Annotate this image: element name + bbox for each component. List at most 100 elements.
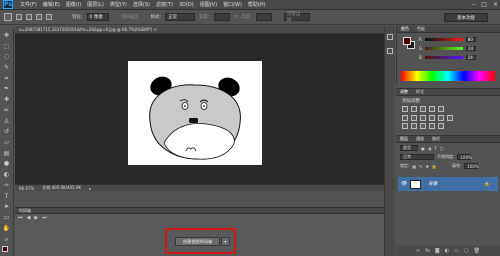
menu-filter[interactable]: 滤镜(T) — [153, 1, 176, 8]
tab-styles[interactable]: 样式 — [416, 89, 424, 95]
color-lookup-icon[interactable] — [447, 115, 453, 121]
swap-icon[interactable]: ⇄ — [234, 15, 238, 20]
height-input[interactable] — [255, 13, 272, 21]
crop-tool-icon[interactable]: ⌗ — [3, 75, 11, 83]
image-canvas[interactable] — [128, 61, 262, 165]
document-tab[interactable]: u=2087381715,3337265001&fm=26&gp=0.jpg @… — [15, 26, 395, 34]
lock-paint-icon[interactable]: ✎ — [419, 164, 422, 169]
blend-mode-select[interactable]: 正常 — [400, 154, 434, 160]
minimize-icon[interactable]: – — [472, 1, 475, 8]
menu-select[interactable]: 选择(S) — [130, 1, 153, 8]
menu-window[interactable]: 窗口(W) — [220, 1, 245, 8]
color-spectrum-bar[interactable] — [401, 71, 495, 81]
tab-swatches[interactable]: 色板 — [417, 26, 425, 32]
type-tool-icon[interactable]: T — [3, 193, 11, 201]
eyedropper-icon[interactable]: ✒ — [3, 86, 11, 94]
layer-style-icon[interactable]: fx — [425, 248, 430, 254]
feather-input[interactable]: 0 像素 — [86, 13, 109, 21]
status-menu-icon[interactable]: ▸ — [89, 186, 91, 191]
quick-select-icon[interactable]: ✎ — [3, 64, 11, 72]
adjustment-layer-icon[interactable]: ◐ — [445, 248, 449, 254]
filter-pixel-icon[interactable]: ▣ — [421, 146, 425, 151]
vibrance-icon[interactable] — [438, 106, 444, 112]
fill-input[interactable]: 100% — [464, 163, 479, 169]
tab-layers[interactable]: 图层 — [400, 136, 408, 142]
zoom-tool-icon[interactable]: ⌕ — [3, 236, 11, 244]
exposure-icon[interactable] — [429, 106, 435, 112]
menu-layer[interactable]: 图层(L) — [84, 1, 107, 8]
red-value-input[interactable]: 80 — [465, 37, 476, 42]
marquee-tool-icon[interactable]: ⬚ — [3, 43, 11, 51]
invert-icon[interactable] — [402, 123, 408, 129]
black-white-icon[interactable] — [420, 115, 426, 121]
history-panel-icon[interactable] — [387, 34, 393, 40]
photo-filter-icon[interactable] — [429, 115, 435, 121]
lock-position-icon[interactable]: ✥ — [426, 164, 429, 169]
brush-tool-icon[interactable]: ✏ — [3, 107, 11, 115]
gradient-icon[interactable]: ▤ — [3, 150, 11, 158]
fg-bg-swatch[interactable] — [1, 246, 12, 256]
antialias-checkbox[interactable]: 消除锯齿 — [121, 14, 139, 20]
menu-file[interactable]: 文件(F) — [17, 1, 40, 8]
healing-brush-icon[interactable]: ✚ — [3, 96, 11, 104]
refine-edge-button[interactable]: 调整边缘... — [283, 12, 310, 23]
menu-3d[interactable]: 3D(D) — [176, 2, 197, 8]
hue-saturation-icon[interactable] — [402, 115, 408, 121]
red-slider[interactable] — [424, 38, 463, 41]
pen-tool-icon[interactable]: ✑ — [3, 182, 11, 190]
brightness-icon[interactable] — [402, 106, 408, 112]
workspace-select[interactable]: 基本功能 — [444, 13, 488, 22]
curves-icon[interactable] — [420, 106, 426, 112]
properties-panel-icon[interactable] — [387, 48, 393, 54]
next-frame-icon[interactable]: ⏭ — [42, 215, 47, 221]
channel-mixer-icon[interactable] — [438, 115, 444, 121]
foreground-color-swatch[interactable] — [403, 37, 411, 45]
close-icon[interactable]: × — [493, 1, 498, 8]
layer-row-background[interactable]: 👁 背景 🔒 — [398, 177, 498, 191]
gradient-map-icon[interactable] — [429, 123, 435, 129]
menu-type[interactable]: 类型(Y) — [107, 1, 130, 8]
menu-help[interactable]: 帮助(H) — [245, 1, 269, 8]
prev-frame-icon[interactable]: ◀ — [27, 215, 31, 221]
tab-adjustments[interactable]: 调整 — [400, 89, 408, 95]
filter-shape-icon[interactable]: ▢ — [440, 146, 444, 151]
subtract-selection-icon[interactable] — [36, 14, 42, 20]
posterize-icon[interactable] — [411, 123, 417, 129]
visibility-eye-icon[interactable]: 👁 — [401, 181, 407, 187]
delete-layer-icon[interactable]: 🗑 — [474, 248, 480, 254]
path-select-icon[interactable]: ➤ — [3, 204, 11, 212]
blue-slider[interactable] — [424, 56, 463, 59]
shape-tool-icon[interactable]: ▭ — [3, 214, 11, 222]
lock-all-icon[interactable]: 🔒 — [432, 164, 437, 169]
style-select[interactable]: 正常 — [165, 13, 196, 21]
play-icon[interactable]: ▶ — [34, 215, 38, 221]
history-brush-icon[interactable]: ↺ — [3, 128, 11, 136]
new-selection-icon[interactable] — [16, 14, 22, 20]
opacity-input[interactable]: 100% — [457, 154, 472, 160]
green-slider[interactable] — [425, 47, 464, 50]
marquee-preset-icon[interactable] — [4, 13, 12, 21]
link-layers-icon[interactable]: ∞ — [416, 248, 420, 254]
layer-kind-select[interactable]: 类型 — [400, 145, 418, 151]
menu-view[interactable]: 视图(V) — [197, 1, 220, 8]
new-group-icon[interactable]: ▭ — [454, 248, 459, 254]
menu-image[interactable]: 图像(I) — [63, 1, 84, 8]
lock-pixels-icon[interactable]: ▦ — [412, 164, 416, 169]
blur-icon[interactable]: ● — [3, 161, 11, 169]
layer-name[interactable]: 背景 — [428, 181, 437, 187]
levels-icon[interactable] — [411, 106, 417, 112]
blue-value-input[interactable]: 24 — [465, 55, 476, 60]
eraser-icon[interactable]: ▱ — [3, 139, 11, 147]
filter-adjust-icon[interactable]: ◑ — [428, 146, 432, 151]
tab-paths[interactable]: 路径 — [432, 136, 440, 142]
hand-tool-icon[interactable]: ✋ — [3, 225, 11, 233]
color-balance-icon[interactable] — [411, 115, 417, 121]
move-tool-icon[interactable]: ✥ — [3, 32, 11, 40]
clone-stamp-icon[interactable]: ♙ — [3, 118, 11, 126]
width-input[interactable] — [213, 13, 230, 21]
add-selection-icon[interactable] — [26, 14, 32, 20]
menu-edit[interactable]: 编辑(E) — [40, 1, 63, 8]
document-size[interactable]: 文档:405.0K/405.0K — [42, 185, 81, 191]
threshold-icon[interactable] — [420, 123, 426, 129]
filter-type-icon[interactable]: T — [434, 146, 436, 151]
